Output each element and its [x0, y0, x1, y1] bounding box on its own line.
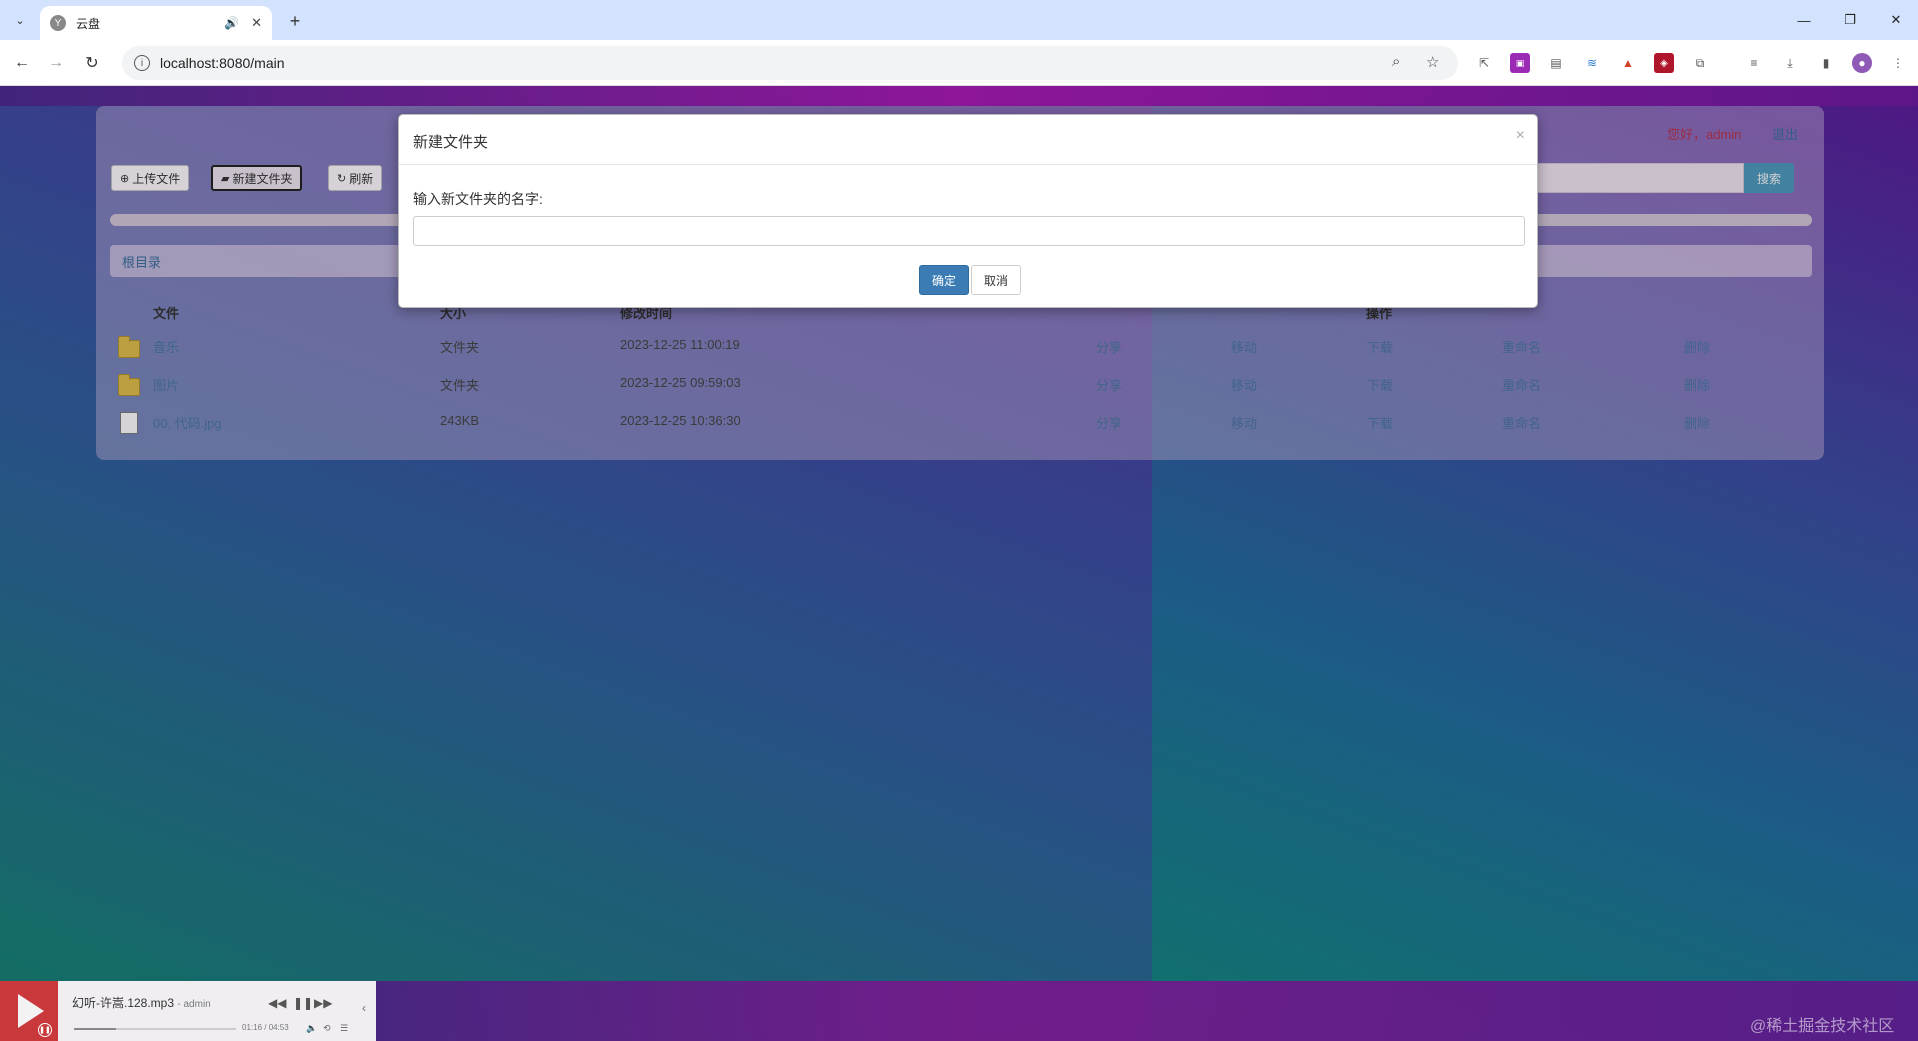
folder-name-input[interactable] [413, 216, 1525, 246]
tab-search-icon[interactable]: ⌄ [8, 8, 32, 32]
song-artist: admin [183, 999, 211, 1010]
browser-toolbar: ← → ↻ i localhost:8080/main ⌕ ☆ ⇱ ▣ ▤ ≋ … [0, 40, 1918, 86]
reload-icon[interactable]: ↻ [80, 51, 104, 75]
extension-layers-icon[interactable]: ≋ [1582, 53, 1602, 73]
extensions-puzzle-icon[interactable]: ⧉ [1690, 53, 1710, 73]
new-folder-modal: 新建文件夹 × 输入新文件夹的名字: 确定 取消 [398, 114, 1538, 308]
music-player: ❚❚ 幻听-许嵩.128.mp3 - admin ◀◀ ❚❚ ▶▶ 01:16 … [0, 981, 376, 1041]
new-tab-button[interactable]: + [282, 8, 308, 34]
audio-playing-icon[interactable]: 🔊 [224, 16, 239, 30]
extension-purple-icon[interactable]: ▣ [1510, 53, 1530, 73]
collapse-player-icon[interactable]: ‹ [362, 1001, 366, 1015]
tab-title: 云盘 [76, 16, 101, 31]
loop-icon[interactable]: ⟲ [323, 1023, 331, 1034]
zoom-icon[interactable]: ⌕ [1392, 53, 1400, 70]
pause-icon[interactable]: ❚❚ [293, 996, 313, 1010]
watermark: @稀土掘金技术社区 [1750, 1018, 1895, 1035]
song-name: 幻听-许嵩.128.mp3 [72, 996, 175, 1010]
back-icon[interactable]: ← [10, 51, 34, 75]
bookmark-star-icon[interactable]: ☆ [1426, 53, 1439, 71]
browser-tabbar: ⌄ Y 云盘 🔊 ✕ + — ❐ ✕ [0, 0, 1918, 40]
address-bar[interactable]: i localhost:8080/main ⌕ ☆ [122, 46, 1458, 80]
cancel-button[interactable]: 取消 [971, 265, 1021, 295]
prev-track-icon[interactable]: ◀◀ [268, 996, 286, 1010]
download-icon[interactable]: ⤓ [1780, 53, 1800, 73]
site-favicon-icon: Y [50, 15, 66, 31]
modal-title: 新建文件夹 [413, 134, 489, 151]
playback-progress-bar[interactable] [74, 1028, 236, 1030]
player-cover[interactable]: ❚❚ [0, 981, 58, 1041]
playback-time: 01:16 / 04:53 [242, 1023, 289, 1032]
pause-small-icon[interactable]: ❚❚ [38, 1023, 52, 1037]
confirm-button[interactable]: 确定 [919, 265, 969, 295]
window-close-icon[interactable]: ✕ [1874, 8, 1918, 32]
extension-grid-icon[interactable]: ▤ [1546, 53, 1566, 73]
restore-icon[interactable]: ❐ [1828, 8, 1872, 32]
song-title: 幻听-许嵩.128.mp3 - admin [72, 994, 211, 1011]
extension-shield-icon[interactable]: ◈ [1654, 53, 1674, 73]
volume-icon[interactable]: 🔈 [306, 1023, 317, 1034]
playlist-icon[interactable]: ☰ [340, 1023, 348, 1034]
tab-close-icon[interactable]: ✕ [251, 15, 262, 31]
minimize-icon[interactable]: — [1782, 8, 1826, 32]
browser-tab[interactable]: Y 云盘 🔊 ✕ [40, 6, 272, 40]
modal-close-icon[interactable]: × [1516, 127, 1525, 145]
extension-cursor-icon[interactable]: ⇱ [1474, 53, 1494, 73]
site-info-icon[interactable]: i [134, 55, 150, 71]
next-track-icon[interactable]: ▶▶ [314, 996, 332, 1010]
playback-progress-fill [74, 1028, 117, 1030]
play-icon [18, 994, 44, 1028]
menu-dots-icon[interactable]: ⋮ [1888, 53, 1908, 73]
folder-name-label: 输入新文件夹的名字: [413, 191, 543, 207]
profile-avatar-icon[interactable]: ● [1852, 53, 1872, 73]
forward-icon[interactable]: → [44, 51, 68, 75]
extension-red-icon[interactable]: ▲ [1618, 53, 1638, 73]
media-control-icon[interactable]: ≡ [1744, 53, 1764, 73]
address-url[interactable]: localhost:8080/main [160, 55, 285, 71]
modal-header: 新建文件夹 × [399, 115, 1537, 165]
side-panel-icon[interactable]: ▮ [1816, 53, 1836, 73]
